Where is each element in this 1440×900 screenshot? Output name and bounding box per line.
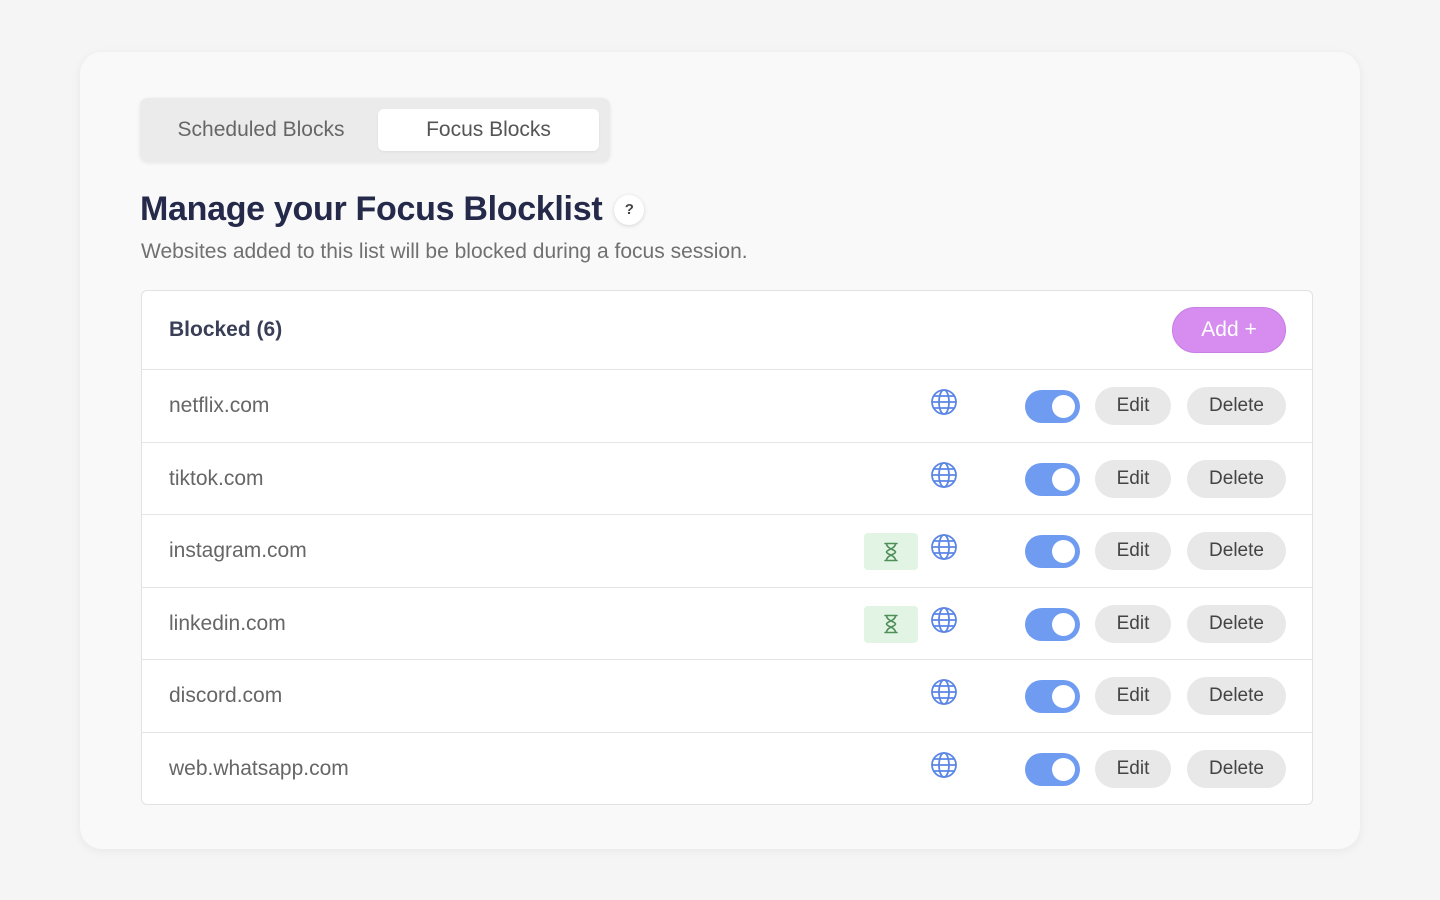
block-type-tabs: Scheduled Blocks Focus Blocks bbox=[140, 98, 610, 162]
delete-button[interactable]: Delete bbox=[1187, 604, 1286, 643]
blocked-count-label: Blocked (6) bbox=[169, 318, 283, 341]
delete-button[interactable]: Delete bbox=[1187, 677, 1286, 716]
block-toggle[interactable] bbox=[1025, 607, 1080, 641]
globe-icon[interactable] bbox=[930, 751, 958, 779]
blocked-rows: netflix.com Edit Delete tiktok.com Edit bbox=[142, 370, 1312, 804]
delete-button[interactable]: Delete bbox=[1187, 532, 1286, 571]
table-row: instagram.com Edit Delete bbox=[142, 515, 1312, 588]
block-toggle[interactable] bbox=[1025, 390, 1080, 423]
blocked-list: Blocked (6) Add + netflix.com Edit Delet… bbox=[141, 290, 1313, 805]
edit-button[interactable]: Edit bbox=[1095, 677, 1171, 716]
block-toggle[interactable] bbox=[1025, 752, 1080, 786]
hourglass-icon bbox=[884, 614, 898, 634]
delete-button[interactable]: Delete bbox=[1187, 749, 1286, 788]
table-row: web.whatsapp.com Edit Delete bbox=[142, 733, 1312, 804]
globe-icon[interactable] bbox=[930, 533, 958, 561]
edit-button[interactable]: Edit bbox=[1095, 604, 1171, 643]
tab-focus-blocks[interactable]: Focus Blocks bbox=[378, 109, 599, 151]
site-domain: tiktok.com bbox=[169, 466, 264, 490]
table-row: discord.com Edit Delete bbox=[142, 660, 1312, 733]
tab-scheduled-blocks[interactable]: Scheduled Blocks bbox=[150, 109, 372, 151]
delete-button[interactable]: Delete bbox=[1187, 459, 1286, 498]
hourglass-icon bbox=[884, 542, 898, 561]
table-row: linkedin.com Edit Delete bbox=[142, 588, 1312, 661]
globe-icon[interactable] bbox=[930, 388, 958, 416]
site-domain: discord.com bbox=[169, 684, 283, 708]
table-row: netflix.com Edit Delete bbox=[142, 370, 1312, 443]
globe-icon[interactable] bbox=[930, 606, 958, 634]
delete-button[interactable]: Delete bbox=[1187, 387, 1286, 425]
site-domain: instagram.com bbox=[169, 539, 307, 563]
focus-blocklist-card: Scheduled Blocks Focus Blocks Manage you… bbox=[80, 52, 1360, 849]
block-toggle[interactable] bbox=[1025, 680, 1080, 714]
site-domain: linkedin.com bbox=[169, 611, 286, 635]
edit-button[interactable]: Edit bbox=[1095, 749, 1171, 788]
table-row: tiktok.com Edit Delete bbox=[142, 443, 1312, 516]
block-toggle[interactable] bbox=[1025, 462, 1080, 496]
page-title: Manage your Focus Blocklist bbox=[140, 190, 603, 228]
timer-badge bbox=[864, 533, 918, 571]
edit-button[interactable]: Edit bbox=[1095, 532, 1171, 571]
page-subtitle: Websites added to this list will be bloc… bbox=[141, 240, 748, 263]
globe-icon[interactable] bbox=[930, 461, 958, 489]
edit-button[interactable]: Edit bbox=[1095, 387, 1171, 425]
list-header: Blocked (6) Add + bbox=[142, 291, 1312, 370]
help-button[interactable]: ? bbox=[614, 194, 645, 225]
add-button[interactable]: Add + bbox=[1172, 307, 1286, 353]
title-row: Manage your Focus Blocklist ? bbox=[140, 190, 645, 229]
timer-badge bbox=[864, 605, 918, 643]
globe-icon[interactable] bbox=[930, 678, 958, 706]
block-toggle[interactable] bbox=[1025, 535, 1080, 569]
edit-button[interactable]: Edit bbox=[1095, 459, 1171, 498]
site-domain: netflix.com bbox=[169, 394, 270, 417]
site-domain: web.whatsapp.com bbox=[169, 756, 349, 780]
